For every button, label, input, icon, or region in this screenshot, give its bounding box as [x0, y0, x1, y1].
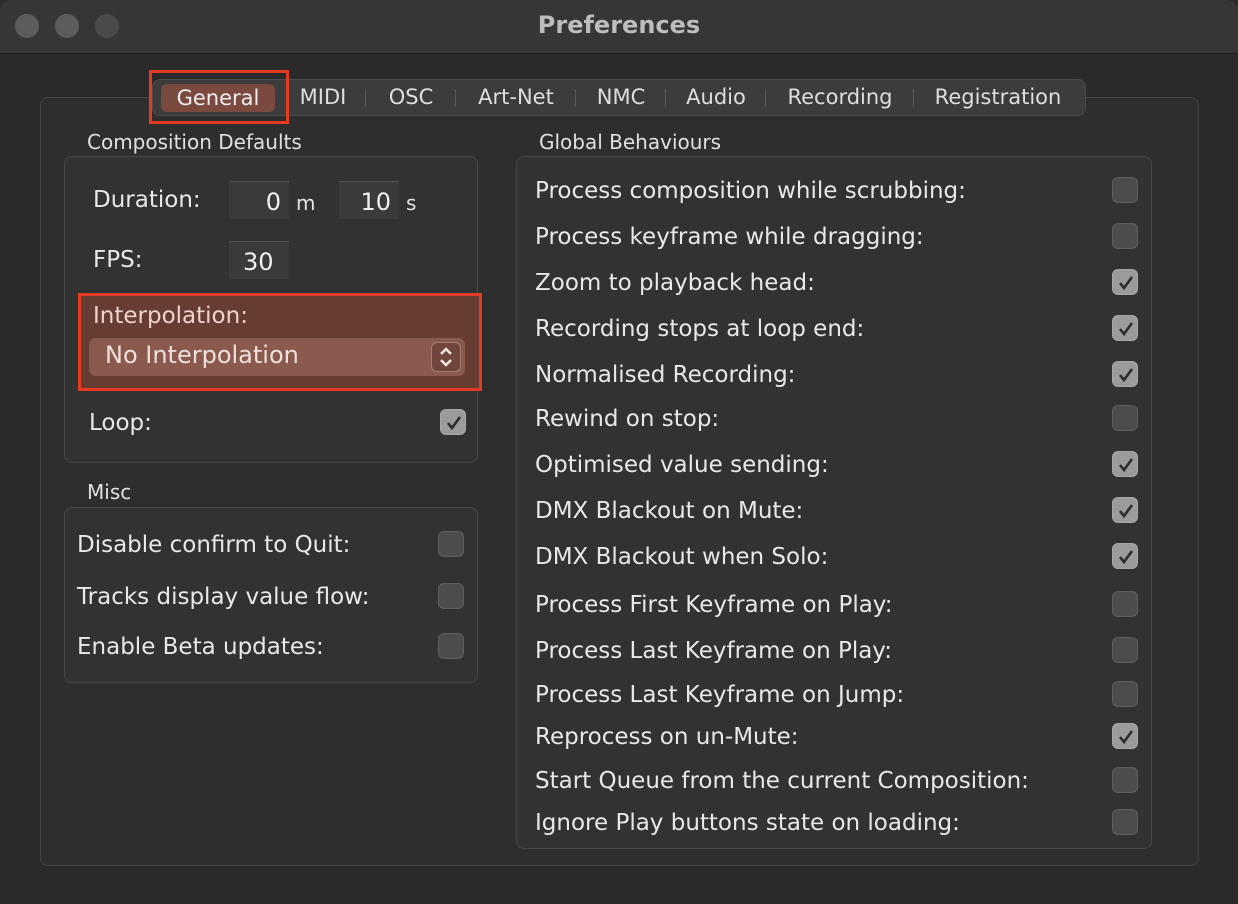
disable-confirm-to-quit-checkbox[interactable] — [438, 531, 464, 557]
normalised-recording-label: Normalised Recording: — [535, 362, 796, 388]
duration-seconds-field[interactable]: 10 — [339, 181, 399, 219]
duration-minutes-field[interactable]: 0 — [229, 181, 289, 219]
tab-midi[interactable]: MIDI — [285, 80, 361, 115]
zoom-to-playback-head-label: Zoom to playback head: — [535, 270, 815, 296]
zoom-to-playback-head-checkbox[interactable] — [1112, 269, 1138, 295]
tab-separator — [765, 89, 766, 107]
start-queue-from-the-current-composition-label: Start Queue from the current Composition… — [535, 768, 1029, 794]
process-first-keyframe-on-play-checkbox[interactable] — [1112, 591, 1138, 617]
checkmark-icon — [1118, 368, 1134, 383]
start-queue-from-the-current-composition-checkbox[interactable] — [1112, 767, 1138, 793]
ignore-play-buttons-state-on-loading-checkbox[interactable] — [1112, 809, 1138, 835]
process-keyframe-while-dragging-label: Process keyframe while dragging: — [535, 224, 924, 250]
fps-label: FPS: — [93, 247, 143, 273]
ignore-play-buttons-state-on-loading-label: Ignore Play buttons state on loading: — [535, 810, 960, 836]
tab-separator — [575, 89, 576, 107]
loop-label: Loop: — [89, 410, 152, 436]
enable-beta-updates-checkbox[interactable] — [438, 633, 464, 659]
loop-checkbox[interactable] — [440, 409, 466, 435]
title-bar: Preferences — [0, 0, 1238, 54]
tab-bar: General MIDI OSC Art-Net NMC Audio Recor… — [152, 79, 1086, 116]
process-last-keyframe-on-jump-checkbox[interactable] — [1112, 681, 1138, 707]
process-first-keyframe-on-play-label: Process First Keyframe on Play: — [535, 592, 893, 618]
process-last-keyframe-on-jump-label: Process Last Keyframe on Jump: — [535, 682, 905, 708]
tab-separator — [365, 89, 366, 107]
seconds-unit: s — [406, 191, 417, 215]
dmx-blackout-when-solo-label: DMX Blackout when Solo: — [535, 544, 829, 570]
checkmark-icon — [1118, 730, 1134, 745]
preferences-window: Preferences General MIDI OSC Art-Net NMC… — [0, 0, 1238, 904]
interpolation-label: Interpolation: — [93, 303, 248, 329]
tracks-display-value-flow-label: Tracks display value flow: — [77, 584, 370, 610]
rewind-on-stop-label: Rewind on stop: — [535, 406, 720, 432]
rewind-on-stop-checkbox[interactable] — [1112, 405, 1138, 431]
process-last-keyframe-on-play-checkbox[interactable] — [1112, 637, 1138, 663]
tab-audio[interactable]: Audio — [671, 80, 761, 115]
up-down-chevron-icon — [431, 342, 461, 372]
checkmark-icon — [446, 416, 462, 431]
process-composition-while-scrubbing-label: Process composition while scrubbing: — [535, 178, 966, 204]
duration-label: Duration: — [93, 187, 201, 213]
composition-defaults-title: Composition Defaults — [87, 130, 302, 154]
tracks-display-value-flow-checkbox[interactable] — [438, 583, 464, 609]
optimised-value-sending-label: Optimised value sending: — [535, 452, 829, 478]
tab-recording[interactable]: Recording — [771, 80, 909, 115]
tab-art-net[interactable]: Art-Net — [461, 80, 571, 115]
general-tab-highlight — [149, 70, 289, 124]
normalised-recording-checkbox[interactable] — [1112, 361, 1138, 387]
checkmark-icon — [1118, 458, 1134, 473]
window-title: Preferences — [537, 11, 701, 39]
reprocess-on-un-mute-checkbox[interactable] — [1112, 723, 1138, 749]
tab-registration[interactable]: Registration — [919, 80, 1077, 115]
interpolation-select[interactable]: No Interpolation — [89, 338, 465, 376]
disable-confirm-to-quit-label: Disable confirm to Quit: — [77, 532, 351, 558]
tab-separator — [665, 89, 666, 107]
process-keyframe-while-dragging-checkbox[interactable] — [1112, 223, 1138, 249]
checkmark-icon — [1118, 550, 1134, 565]
recording-stops-at-loop-end-checkbox[interactable] — [1112, 315, 1138, 341]
checkmark-icon — [1118, 322, 1134, 337]
misc-title: Misc — [87, 480, 132, 504]
optimised-value-sending-checkbox[interactable] — [1112, 451, 1138, 477]
tab-osc[interactable]: OSC — [371, 80, 451, 115]
dmx-blackout-on-mute-label: DMX Blackout on Mute: — [535, 498, 804, 524]
interpolation-selected-value: No Interpolation — [105, 341, 299, 369]
process-composition-while-scrubbing-checkbox[interactable] — [1112, 177, 1138, 203]
tab-nmc[interactable]: NMC — [581, 80, 661, 115]
checkmark-icon — [1118, 504, 1134, 519]
recording-stops-at-loop-end-label: Recording stops at loop end: — [535, 316, 865, 342]
tab-separator — [913, 89, 914, 107]
dmx-blackout-on-mute-checkbox[interactable] — [1112, 497, 1138, 523]
process-last-keyframe-on-play-label: Process Last Keyframe on Play: — [535, 638, 892, 664]
minutes-unit: m — [296, 191, 316, 215]
dmx-blackout-when-solo-checkbox[interactable] — [1112, 543, 1138, 569]
tab-separator — [455, 89, 456, 107]
reprocess-on-un-mute-label: Reprocess on un-Mute: — [535, 724, 799, 750]
checkmark-icon — [1118, 276, 1134, 291]
enable-beta-updates-label: Enable Beta updates: — [77, 634, 324, 660]
global-behaviours-title: Global Behaviours — [539, 130, 722, 154]
fps-field[interactable]: 30 — [229, 241, 289, 279]
